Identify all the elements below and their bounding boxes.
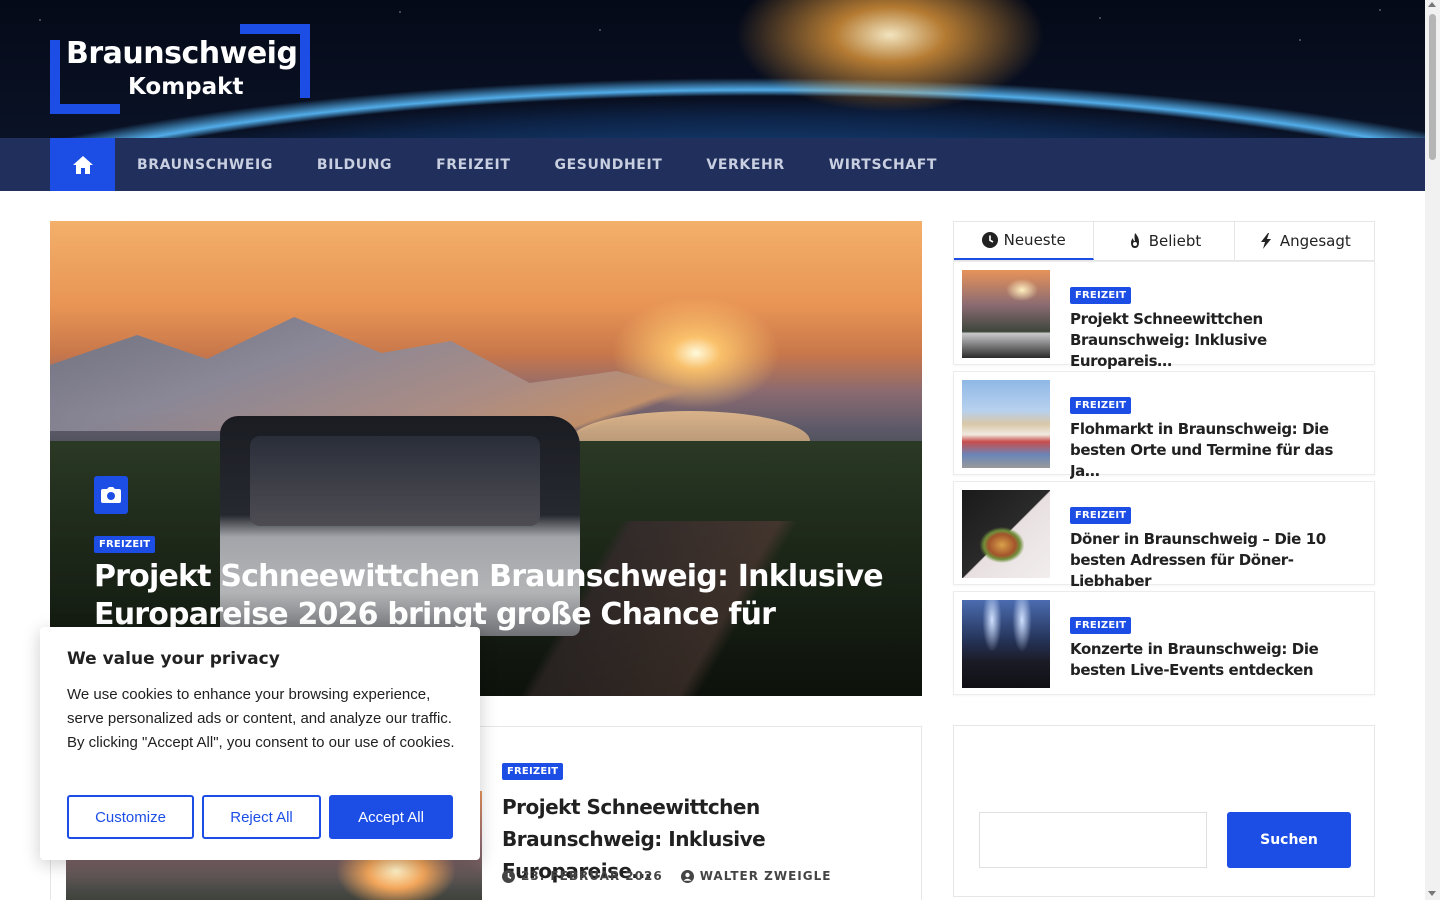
post-title[interactable]: Projekt Schneewittchen Braunschweig: Ink…	[1070, 309, 1362, 372]
article-author-name: WALTER ZWEIGLE	[699, 869, 832, 883]
bolt-icon	[1258, 233, 1274, 249]
home-button[interactable]	[50, 138, 115, 191]
main-navigation: BRAUNSCHWEIG BILDUNG FREIZEIT GESUNDHEIT…	[0, 138, 1425, 191]
tab-angesagt[interactable]: Angesagt	[1235, 222, 1374, 260]
scroll-down-arrow-icon[interactable]	[1428, 891, 1436, 896]
camera-icon	[94, 476, 128, 514]
tab-beliebt[interactable]: Beliebt	[1094, 222, 1235, 260]
clock-icon	[502, 869, 515, 883]
accept-all-button[interactable]: Accept All	[329, 795, 453, 839]
nav-item-verkehr[interactable]: VERKEHR	[684, 138, 806, 191]
article-author[interactable]: WALTER ZWEIGLE	[680, 869, 832, 883]
search-input[interactable]	[979, 812, 1207, 868]
logo-text-line1: Braunschweig	[66, 36, 298, 71]
list-item: FREIZEIT Projekt Schneewittchen Braunsch…	[953, 261, 1375, 370]
post-category-badge[interactable]: FREIZEIT	[1070, 287, 1132, 304]
search-widget: Suchen	[953, 725, 1375, 897]
post-thumbnail[interactable]	[962, 490, 1050, 578]
cookie-text: We use cookies to enhance your browsing …	[67, 686, 455, 751]
nav-item-wirtschaft[interactable]: WIRTSCHAFT	[807, 138, 959, 191]
post-category-badge[interactable]: FREIZEIT	[1070, 507, 1132, 524]
post-category-badge[interactable]: FREIZEIT	[1070, 617, 1132, 634]
scrollbar-thumb[interactable]	[1429, 14, 1436, 160]
cookie-title: We value your privacy	[67, 649, 280, 669]
post-thumbnail[interactable]	[962, 380, 1050, 468]
post-title[interactable]: Flohmarkt in Braunschweig: Die besten Or…	[1070, 419, 1362, 482]
article-date[interactable]: 23. FEBRUAR 2026	[521, 869, 663, 883]
clock-icon	[981, 232, 998, 248]
home-icon	[72, 155, 93, 174]
nav-item-bildung[interactable]: BILDUNG	[295, 138, 414, 191]
post-category-badge[interactable]: FREIZEIT	[1070, 397, 1132, 414]
nav-item-freizeit[interactable]: FREIZEIT	[414, 138, 532, 191]
logo-text-line2: Kompakt	[128, 74, 244, 100]
tab-beliebt-label: Beliebt	[1148, 232, 1202, 250]
sidebar-post-list: FREIZEIT Projekt Schneewittchen Braunsch…	[953, 261, 1375, 701]
hero-category-badge[interactable]: FREIZEIT	[94, 536, 156, 553]
article-category-badge[interactable]: FREIZEIT	[502, 763, 564, 780]
list-item: FREIZEIT Flohmarkt in Braunschweig: Die …	[953, 371, 1375, 480]
customize-button[interactable]: Customize	[67, 795, 194, 839]
site-logo[interactable]: Braunschweig Kompakt	[50, 24, 310, 114]
list-item: FREIZEIT Konzerte in Braunschweig: Die b…	[953, 591, 1375, 695]
post-title[interactable]: Konzerte in Braunschweig: Die besten Liv…	[1070, 639, 1362, 681]
search-button[interactable]: Suchen	[1227, 812, 1351, 868]
tab-angesagt-label: Angesagt	[1279, 232, 1351, 250]
nav-item-braunschweig[interactable]: BRAUNSCHWEIG	[115, 138, 295, 191]
user-circle-icon	[680, 869, 694, 883]
reject-all-button[interactable]: Reject All	[202, 795, 321, 839]
nav-item-gesundheit[interactable]: GESUNDHEIT	[533, 138, 685, 191]
article-meta: 23. FEBRUAR 2026 WALTER ZWEIGLE	[502, 869, 831, 883]
cookie-consent-banner: We value your privacy We use cookies to …	[40, 627, 480, 860]
post-thumbnail[interactable]	[962, 600, 1050, 688]
scroll-up-arrow-icon[interactable]	[1428, 2, 1436, 7]
list-item: FREIZEIT Döner in Braunschweig – Die 10 …	[953, 481, 1375, 590]
tab-neueste[interactable]: Neueste	[954, 222, 1095, 260]
post-title[interactable]: Döner in Braunschweig – Die 10 besten Ad…	[1070, 529, 1362, 592]
hero-article[interactable]: FREIZEIT Projekt Schneewittchen Braunsch…	[50, 221, 922, 696]
fire-icon	[1127, 233, 1143, 249]
post-thumbnail[interactable]	[962, 270, 1050, 358]
sidebar-tabs: Neueste Beliebt Angesagt	[953, 221, 1375, 261]
nav-menu: BRAUNSCHWEIG BILDUNG FREIZEIT GESUNDHEIT…	[115, 138, 959, 191]
tab-neueste-label: Neueste	[1003, 231, 1066, 249]
site-header: Braunschweig Kompakt	[0, 0, 1425, 138]
page-scrollbar[interactable]	[1425, 0, 1440, 900]
